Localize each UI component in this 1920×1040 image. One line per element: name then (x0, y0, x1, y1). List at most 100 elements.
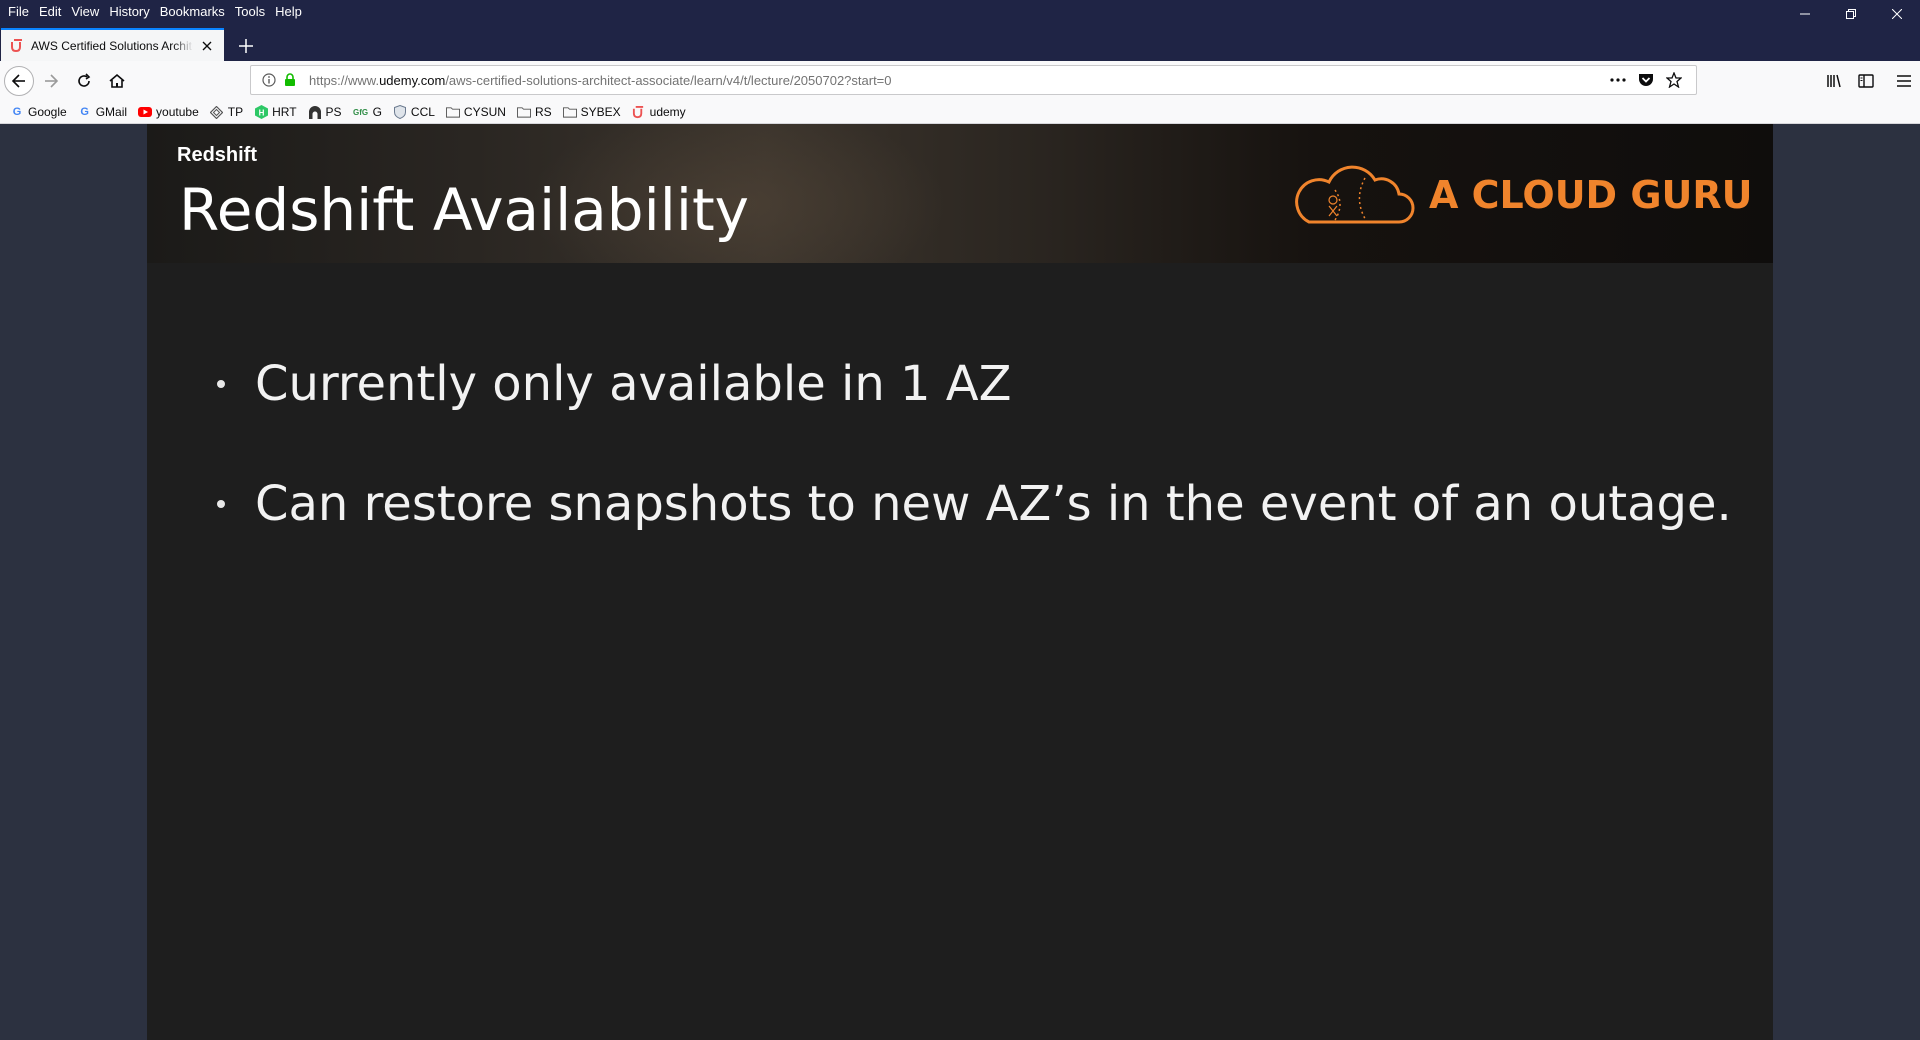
pocket-icon (1639, 73, 1653, 86)
bookmark-label: HRT (272, 105, 297, 119)
forward-button[interactable] (35, 65, 67, 97)
bookmark-label: GMail (95, 105, 128, 119)
menu-edit[interactable]: Edit (35, 2, 67, 22)
bookmark-tp[interactable]: TP (210, 102, 243, 122)
new-tab-button[interactable] (232, 32, 260, 60)
bookmarks-toolbar: G Google G GMail youtube TP H HRT PS GfG… (0, 101, 1920, 124)
home-icon (109, 73, 125, 88)
bookmark-label: udemy (649, 105, 686, 119)
menu-tools[interactable]: Tools (231, 2, 271, 22)
folder-icon (562, 105, 577, 119)
url-prefix: https://www. (309, 72, 380, 88)
folder-icon (445, 105, 460, 119)
bookmark-label: TP (227, 105, 244, 119)
menu-view[interactable]: View (67, 2, 105, 22)
pocket-button[interactable] (1632, 66, 1660, 94)
bookmark-ps[interactable]: PS (308, 102, 342, 122)
page-content: Redshift Redshift Availability A CLOUD G… (0, 124, 1920, 1040)
bullet-text: Can restore snapshots to new AZ’s in the… (255, 476, 1732, 532)
bullet-icon (217, 500, 225, 508)
lock-icon[interactable] (281, 71, 299, 89)
reload-button[interactable] (68, 65, 100, 97)
bullet-list: Currently only available in 1 AZ Can res… (217, 324, 1732, 564)
minimize-icon (1800, 13, 1810, 15)
menu-bar: File Edit View History Bookmarks Tools H… (0, 0, 308, 24)
list-item: Currently only available in 1 AZ (217, 324, 1732, 444)
bookmark-ccl[interactable]: CCL (393, 102, 435, 122)
slide-header: Redshift Redshift Availability A CLOUD G… (147, 124, 1773, 263)
video-slide[interactable]: Redshift Redshift Availability A CLOUD G… (147, 124, 1773, 1040)
menu-history[interactable]: History (105, 2, 155, 22)
folder-icon (516, 105, 531, 119)
restore-icon (1846, 9, 1856, 19)
info-icon[interactable] (259, 70, 279, 90)
arrow-right-icon (45, 74, 59, 88)
brand-logo: A CLOUD GURU (1295, 160, 1752, 230)
tab-strip: AWS Certified Solutions Architect (0, 24, 1920, 61)
ellipsis-icon (1610, 78, 1626, 82)
menu-button[interactable] (1888, 65, 1920, 97)
menu-help[interactable]: Help (271, 2, 308, 22)
svg-text:H: H (258, 109, 264, 118)
brand-name: A CLOUD GURU (1429, 173, 1753, 217)
bookmark-label: RS (534, 105, 552, 119)
plus-icon (239, 39, 253, 53)
sidebar-icon (1858, 74, 1874, 88)
bullet-text: Currently only available in 1 AZ (255, 356, 1012, 412)
bookmark-label: PS (325, 105, 342, 119)
bookmark-folder-rs[interactable]: RS (516, 102, 552, 122)
bookmark-label: Google (28, 105, 67, 119)
geeks-icon: GfG (353, 107, 369, 117)
bookmark-label: G (372, 105, 382, 119)
url-bar[interactable]: https://www.udemy.com/aws-certified-solu… (250, 65, 1697, 95)
slide-section-label: Redshift (177, 144, 257, 166)
bullet-icon (217, 380, 225, 388)
bookmark-folder-sybex[interactable]: SYBEX (562, 102, 621, 122)
diamond-icon (210, 105, 224, 119)
library-icon (1827, 74, 1841, 88)
library-button[interactable] (1818, 65, 1850, 97)
bookmark-gmail[interactable]: G GMail (78, 102, 127, 122)
hamburger-icon (1897, 75, 1911, 87)
menu-bookmarks[interactable]: Bookmarks (156, 2, 231, 22)
tab-close-button[interactable] (199, 38, 215, 54)
url-domain: udemy.com (379, 72, 446, 88)
tab-title: AWS Certified Solutions Architect (31, 38, 193, 53)
title-bar: File Edit View History Bookmarks Tools H… (0, 0, 1920, 24)
url-path: /aws-certified-solutions-architect-assoc… (445, 72, 892, 88)
bookmark-youtube[interactable]: youtube (138, 102, 199, 122)
url-actions (1604, 66, 1688, 94)
bookmark-label: SYBEX (580, 105, 621, 119)
right-toolbar (1818, 65, 1920, 97)
url-text[interactable]: https://www.udemy.com/aws-certified-solu… (309, 73, 892, 88)
slide-title: Redshift Availability (179, 176, 750, 244)
close-icon (1892, 9, 1902, 19)
shield-icon (393, 105, 407, 119)
home-button[interactable] (101, 65, 133, 97)
youtube-icon (138, 105, 153, 119)
close-icon (202, 41, 212, 50)
arch-icon (308, 105, 322, 119)
list-item: Can restore snapshots to new AZ’s in the… (217, 444, 1732, 564)
bookmark-folder-cysun[interactable]: CYSUN (445, 102, 506, 122)
udemy-icon (9, 38, 25, 54)
bookmark-star-button[interactable] (1660, 66, 1688, 94)
page-actions-button[interactable] (1604, 66, 1632, 94)
window-controls (1782, 0, 1920, 24)
tab-udemy[interactable]: AWS Certified Solutions Architect (1, 28, 224, 61)
bookmark-google[interactable]: G Google (10, 102, 67, 122)
menu-file[interactable]: File (4, 2, 35, 22)
cloud-logo-icon (1295, 165, 1415, 224)
bookmark-udemy[interactable]: udemy (632, 102, 686, 122)
hackerrank-icon: H (254, 105, 268, 119)
reload-icon (78, 73, 91, 87)
bookmark-g[interactable]: GfG G (353, 102, 382, 122)
bookmark-label: youtube (156, 105, 199, 119)
arrow-left-icon (11, 74, 25, 88)
sidebar-button[interactable] (1850, 65, 1882, 97)
bookmark-hrt[interactable]: H HRT (254, 102, 297, 122)
google-icon: G (80, 106, 89, 118)
back-button[interactable] (4, 66, 34, 96)
bookmark-label: CYSUN (463, 105, 506, 119)
google-icon: G (12, 106, 22, 118)
